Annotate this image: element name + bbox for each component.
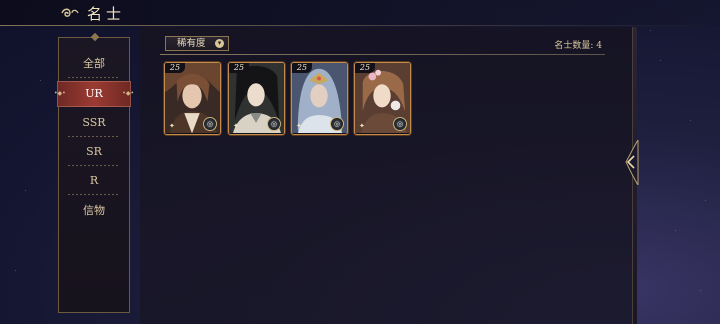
sparkle-icon: ✦ [296, 122, 302, 130]
sparkle-icon: ✦ [359, 122, 365, 130]
character-card[interactable]: 25 ✦ ◎ [164, 62, 221, 135]
sidebar-item-ur[interactable]: •◆• UR •◆• [54, 81, 134, 107]
compass-icon: ◎ [203, 117, 217, 131]
sparkle-icon: ✦ [169, 122, 175, 130]
sidebar-item-label: R [89, 174, 99, 187]
sidebar-item-label: 信物 [83, 204, 105, 217]
rarity-filter-button[interactable]: 稀有度 ▾ [165, 36, 229, 51]
divider [68, 136, 120, 137]
page-title: 名士 [87, 5, 126, 23]
sidebar-item-all[interactable]: 全部 [59, 51, 129, 77]
card-count: 名士数量: 4 [554, 41, 602, 51]
dots-right-icon: •◆• [122, 90, 134, 97]
header-divider [0, 25, 720, 26]
sidebar-item-label: SR [86, 145, 102, 158]
sidebar-item-token[interactable]: 信物 [59, 198, 129, 224]
sidebar-item-label: UR [85, 87, 103, 100]
character-card[interactable]: 25 ✦ ◎ [354, 62, 411, 135]
compass-icon: ◎ [267, 117, 281, 131]
character-card[interactable]: 25 ✦ ◎ [291, 62, 348, 135]
top-header: 名士 [0, 0, 720, 26]
character-card[interactable]: 25 ✦ ◎ [228, 62, 285, 135]
dots-left-icon: •◆• [54, 90, 66, 97]
divider [68, 165, 120, 166]
level-badge: 25 [355, 63, 375, 73]
sidebar-item-ssr[interactable]: SSR [59, 110, 129, 136]
rarity-sidebar: 全部 •◆• UR •◆• SSR SR R 信物 [54, 32, 134, 313]
sidebar-item-label: 全部 [83, 57, 105, 70]
divider [68, 77, 120, 78]
level-badge: 25 [229, 63, 249, 73]
sidebar-item-r[interactable]: R [59, 168, 129, 194]
collapse-arrow-icon[interactable] [622, 140, 640, 185]
level-badge: 25 [292, 63, 312, 73]
divider [68, 194, 120, 195]
sidebar-item-label: SSR [82, 116, 106, 129]
sparkle-icon: ✦ [233, 122, 239, 130]
filter-label: 稀有度 [177, 38, 206, 49]
compass-icon: ◎ [393, 117, 407, 131]
compass-icon: ◎ [330, 117, 344, 131]
level-badge: 25 [165, 63, 185, 73]
chevron-down-icon: ▾ [215, 39, 224, 48]
ornament-icon [61, 8, 79, 17]
sidebar-notch [90, 32, 100, 42]
sidebar-item-sr[interactable]: SR [59, 139, 129, 165]
toolbar-divider [160, 54, 605, 55]
